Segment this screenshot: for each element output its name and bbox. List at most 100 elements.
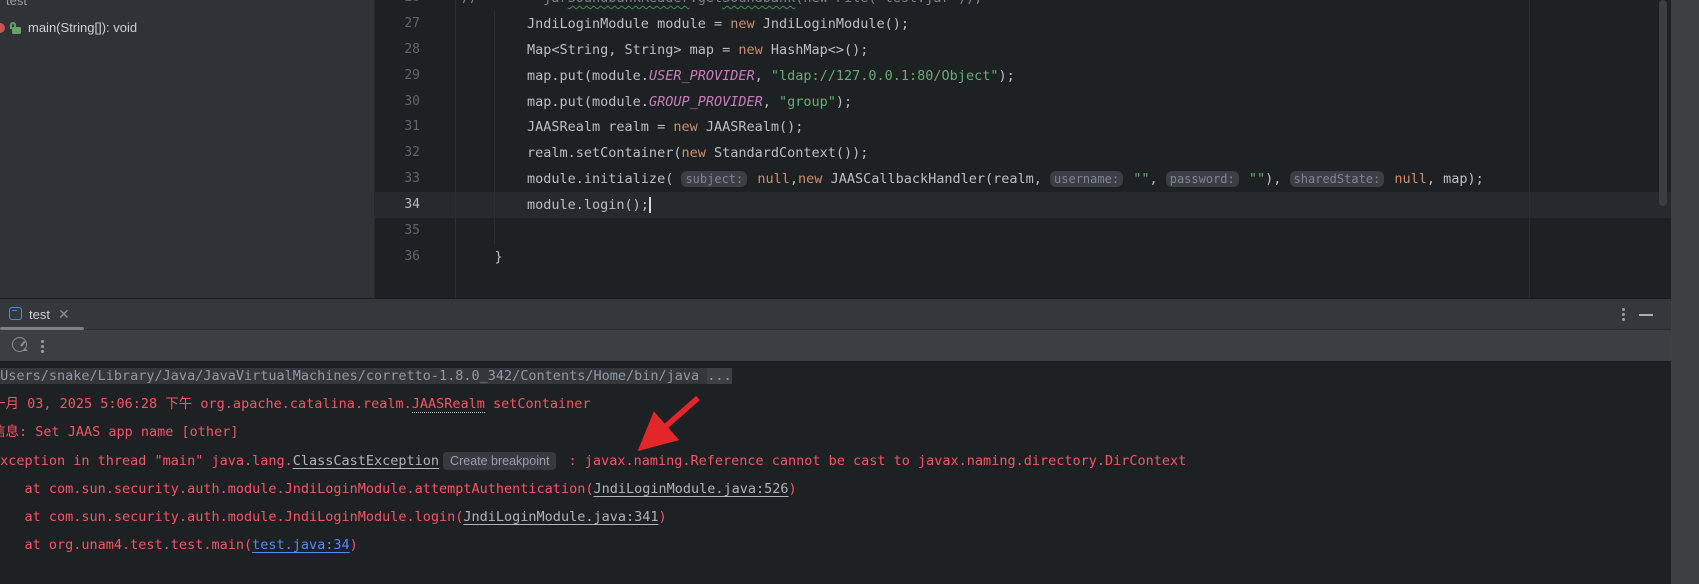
breakpoint-dot-icon bbox=[0, 23, 5, 33]
structure-panel: test main(String[]): void bbox=[0, 0, 375, 298]
text-segment: null bbox=[1394, 171, 1427, 188]
line-number[interactable]: 26 bbox=[398, 0, 420, 11]
text-segment: (new File("test.jar")); bbox=[795, 0, 982, 6]
close-tab-icon[interactable]: ✕ bbox=[58, 306, 70, 323]
text-segment: JAASRealm(); bbox=[697, 119, 804, 136]
stacktrace-link[interactable]: JndiLoginModule.java:341 bbox=[463, 509, 658, 525]
text-segment: ) bbox=[788, 480, 797, 497]
run-toolwindow-header: test ✕ bbox=[0, 298, 1671, 330]
text-segment: JAASCallbackHandler(realm, bbox=[822, 171, 1051, 188]
text-segment: setContainer bbox=[484, 396, 591, 413]
text-segment bbox=[1125, 171, 1133, 187]
text-segment: ) bbox=[349, 537, 358, 554]
header-more-kebab-icon[interactable] bbox=[1622, 308, 1625, 321]
text-segment: Soundbank bbox=[722, 0, 795, 6]
text-segment: ... bbox=[707, 368, 732, 384]
profiler-gauge-icon[interactable] bbox=[12, 337, 28, 354]
text-segment: 一月 03, 2025 5:06:28 下午 org.apache.catali… bbox=[0, 396, 412, 413]
text-segment: , bbox=[754, 67, 771, 84]
stacktrace-link[interactable]: test.java:34 bbox=[252, 537, 350, 553]
structure-root-node[interactable]: test bbox=[6, 0, 27, 8]
text-segment: ); bbox=[835, 93, 853, 110]
text-segment: new bbox=[798, 171, 823, 188]
create-breakpoint-inlay[interactable]: Create breakpoint bbox=[443, 451, 557, 470]
toolbar-more-kebab-icon[interactable] bbox=[41, 340, 44, 353]
line-number[interactable]: 30 bbox=[398, 89, 420, 115]
text-segment: .get bbox=[690, 0, 723, 6]
text-segment: "ldap://127.0.0.1:80/Object" bbox=[770, 67, 999, 84]
text-segment: JAASRealm realm = bbox=[462, 119, 674, 136]
code-line-28[interactable]: 28 Map<String, String> map = new HashMap… bbox=[375, 37, 1671, 63]
console-icon bbox=[9, 307, 22, 320]
line-number[interactable]: 28 bbox=[398, 37, 420, 63]
line-number[interactable]: 33 bbox=[398, 166, 420, 192]
text-segment bbox=[1241, 171, 1249, 187]
code-line-34[interactable]: 34 module.login(); bbox=[375, 192, 1671, 218]
text-segment: at com.sun.security.auth.module.JndiLogi… bbox=[0, 480, 594, 497]
text-segment: Exception in thread "main" java.lang. bbox=[0, 452, 293, 469]
line-number[interactable]: 29 bbox=[398, 63, 420, 89]
structure-item-main[interactable]: main(String[]): void bbox=[0, 16, 374, 40]
code-line-29[interactable]: 29 map.put(module.USER_PROVIDER, "ldap:/… bbox=[375, 63, 1671, 89]
text-segment: } bbox=[462, 248, 503, 265]
text-segment: at org.unam4.test.test.main( bbox=[0, 537, 253, 554]
text-segment bbox=[648, 197, 651, 214]
text-segment: "" bbox=[1248, 171, 1266, 188]
code-line-35[interactable]: 35 bbox=[375, 218, 1671, 244]
code-line-33[interactable]: 33 module.initialize( subject: null,new … bbox=[375, 166, 1671, 192]
line-number[interactable]: 27 bbox=[398, 11, 420, 37]
window-right-strip bbox=[1671, 0, 1699, 584]
line-number[interactable]: 35 bbox=[398, 218, 420, 244]
text-segment: "" bbox=[1133, 171, 1150, 188]
stacktrace-link[interactable]: ClassCastException bbox=[293, 453, 439, 469]
text-segment: JAASRealm bbox=[411, 396, 485, 414]
run-tab-test[interactable]: test ✕ bbox=[0, 299, 84, 330]
text-segment: map.put(module. bbox=[462, 67, 649, 84]
text-segment: SoundbankReader bbox=[568, 0, 690, 6]
text-segment: /Users/snake/Library/Java/JavaVirtualMac… bbox=[0, 368, 708, 384]
console-line: at com.sun.security.auth.module.JndiLogi… bbox=[0, 475, 1671, 503]
parameter-hint: username: bbox=[1050, 171, 1124, 188]
minimize-icon[interactable] bbox=[1639, 314, 1653, 316]
text-segment: , bbox=[789, 171, 799, 188]
console-line: at org.unam4.test.test.main(test.java:34… bbox=[0, 531, 1671, 559]
code-line-36[interactable]: 36 } bbox=[375, 244, 1671, 270]
console-line: 一月 03, 2025 5:06:28 下午 org.apache.catali… bbox=[0, 390, 1671, 418]
line-number[interactable]: 32 bbox=[398, 140, 420, 166]
editor-scrollbar[interactable] bbox=[1659, 0, 1667, 206]
text-segment: module.login(); bbox=[462, 197, 649, 214]
text-segment: // jar bbox=[462, 0, 568, 6]
line-number[interactable]: 36 bbox=[398, 244, 420, 270]
text-segment: module.initialize( bbox=[462, 171, 682, 188]
console-line: /Users/snake/Library/Java/JavaVirtualMac… bbox=[0, 362, 1671, 390]
text-segment: JndiLoginModule(); bbox=[754, 16, 910, 32]
text-segment: , bbox=[1149, 171, 1166, 188]
code-line-30[interactable]: 30 map.put(module.GROUP_PROVIDER, "group… bbox=[375, 89, 1671, 115]
code-line-32[interactable]: 32 realm.setContainer(new StandardContex… bbox=[375, 140, 1671, 166]
code-line-26[interactable]: 26 // jarSoundbankReader.getSoundbank(new… bbox=[375, 0, 1671, 11]
text-segment: Map<String, String> map = bbox=[462, 41, 739, 58]
text-segment: realm.setContainer( bbox=[462, 145, 682, 162]
parameter-hint: subject: bbox=[681, 171, 748, 188]
text-segment: USER_PROVIDER bbox=[648, 67, 755, 84]
text-segment: new bbox=[673, 119, 698, 136]
console-line: at com.sun.security.auth.module.JndiLogi… bbox=[0, 503, 1671, 531]
code-editor[interactable]: 26 // jarSoundbankReader.getSoundbank(new… bbox=[375, 0, 1671, 298]
text-segment: map.put(module. bbox=[462, 93, 649, 110]
code-line-31[interactable]: 31 JAASRealm realm = new JAASRealm(); bbox=[375, 114, 1671, 140]
line-number[interactable]: 31 bbox=[398, 114, 420, 140]
text-segment: , bbox=[762, 93, 779, 110]
text-segment: new bbox=[681, 145, 706, 162]
text-segment: 信息: Set JAAS app name [other] bbox=[0, 424, 239, 441]
console-output[interactable]: /Users/snake/Library/Java/JavaVirtualMac… bbox=[0, 362, 1671, 584]
ide-window: test main(String[]): void 26// jarSoundb… bbox=[0, 0, 1699, 584]
stacktrace-link[interactable]: JndiLoginModule.java:526 bbox=[593, 481, 788, 497]
run-toolbar bbox=[0, 330, 1671, 362]
code-line-27[interactable]: 27 JndiLoginModule module = new JndiLogi… bbox=[375, 11, 1671, 37]
text-segment: StandardContext()); bbox=[705, 145, 869, 162]
text-segment: ), bbox=[1265, 171, 1290, 188]
parameter-hint: password: bbox=[1165, 171, 1239, 188]
text-segment: ); bbox=[998, 67, 1015, 84]
text-segment: at com.sun.security.auth.module.JndiLogi… bbox=[0, 509, 464, 525]
line-number[interactable]: 34 bbox=[398, 192, 420, 218]
